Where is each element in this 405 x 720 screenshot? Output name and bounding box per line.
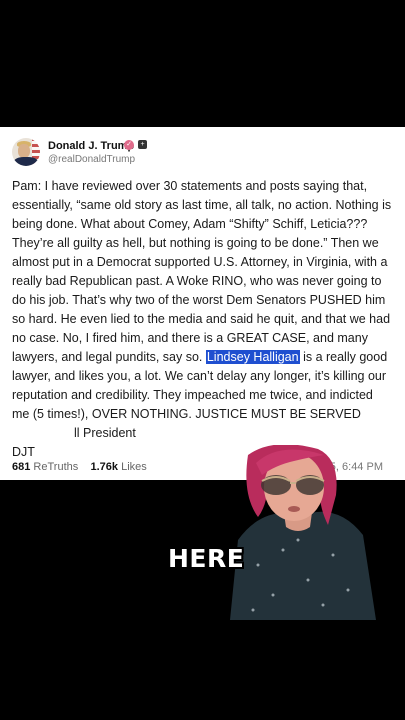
retruths-label[interactable]: ReTruths [33, 461, 78, 473]
author-handle[interactable]: @realDonaldTrump [48, 154, 135, 165]
presenter-video-overlay [230, 445, 376, 620]
verified-check-icon: ✓ [124, 140, 134, 150]
selected-text-highlight: Lindsey Halligan [205, 350, 300, 364]
affiliation-badge-icon: + [138, 140, 147, 149]
post-card: Donald J. Trump ✓ + @realDonaldTrump Pam… [0, 127, 405, 480]
post-text-tail: ll President DJT [12, 426, 136, 459]
avatar[interactable] [12, 138, 40, 166]
caption-overlay: HERE [168, 544, 245, 573]
post-text-before: Pam: I have reviewed over 30 statements … [12, 179, 395, 364]
likes-label[interactable]: Likes [121, 461, 147, 473]
post-text: Pam: I have reviewed over 30 statements … [12, 177, 392, 462]
retruths-count[interactable]: 681 [12, 461, 30, 473]
author-name[interactable]: Donald J. Trump [48, 140, 134, 152]
likes-count[interactable]: 1.76k [90, 461, 118, 473]
post-stats: 681 ReTruths 1.76k Likes [12, 461, 147, 473]
